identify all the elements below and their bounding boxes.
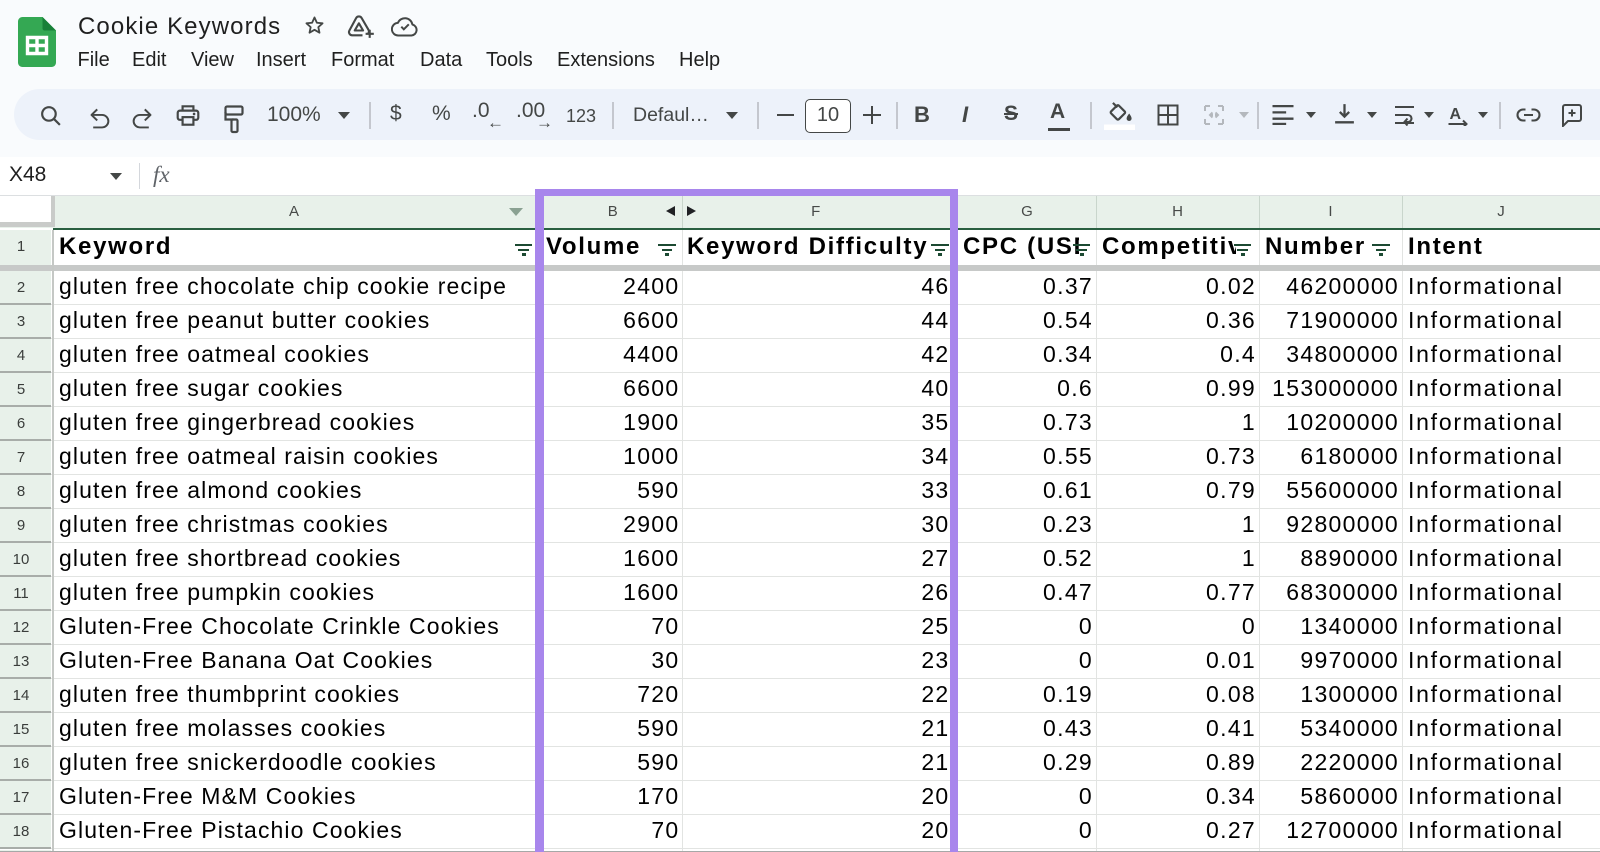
- svg-text:A: A: [1450, 106, 1462, 123]
